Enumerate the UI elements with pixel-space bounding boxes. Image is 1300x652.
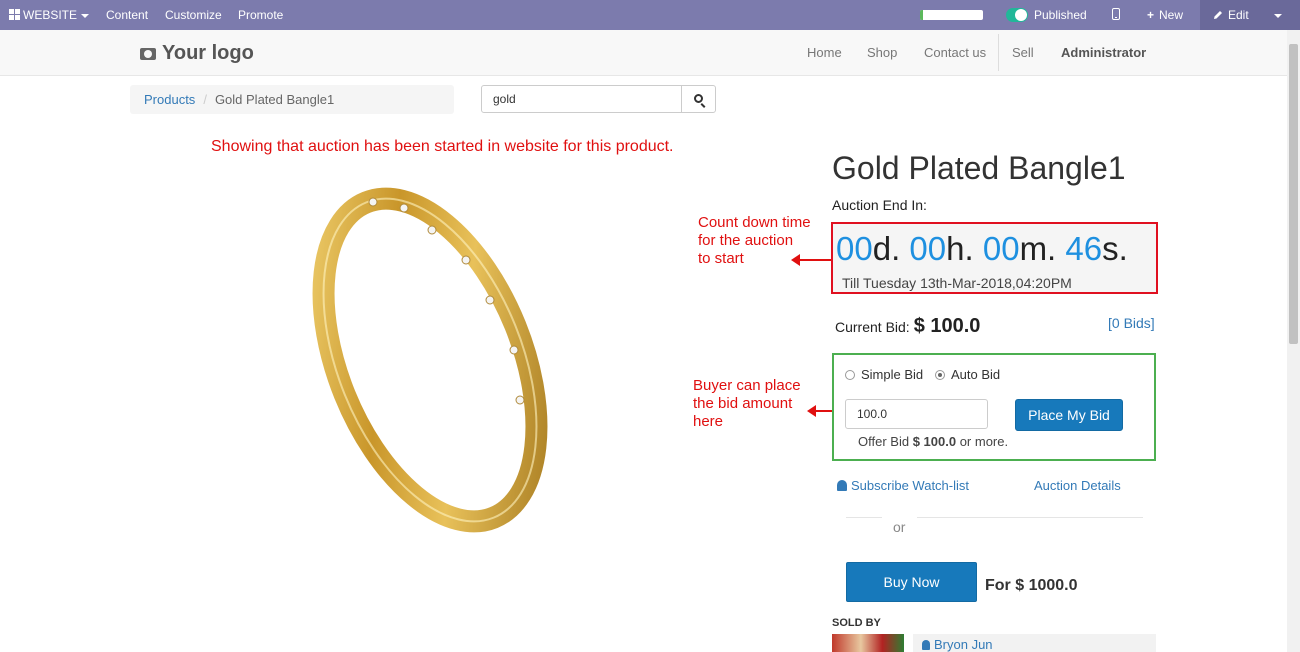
caret-down-icon (81, 13, 90, 18)
offer-bid-hint: Offer Bid $ 100.0 or more. (858, 434, 1009, 449)
user-icon (922, 640, 930, 650)
scrollbar-thumb[interactable] (1289, 44, 1298, 344)
seller-info: Bryon Jun (913, 634, 1156, 652)
current-bid-amount: $ 100.0 (913, 315, 981, 337)
caret-down-icon (1274, 13, 1282, 18)
or-separator: or (893, 519, 906, 535)
current-bid: Current Bid: $ 100.0 (835, 315, 981, 337)
subscribe-watchlist-link[interactable]: Subscribe Watch-list (837, 478, 969, 493)
nav-home[interactable]: Home (807, 30, 842, 76)
website-admin-bar: WEBSITE Content Customize Promote Publis… (0, 0, 1300, 30)
divider-right (917, 517, 1143, 518)
seller-name-link[interactable]: Bryon Jun (922, 637, 993, 652)
camera-icon (140, 48, 156, 60)
product-image-bangle (312, 187, 548, 533)
search-icon (694, 94, 703, 103)
countdown-days: 00 (836, 230, 873, 267)
search-button[interactable] (681, 85, 716, 113)
bid-amount-input[interactable] (845, 399, 988, 429)
page-scrollbar[interactable] (1287, 30, 1300, 652)
annotation-bid-amount: Buyer can place the bid amount here (693, 377, 801, 430)
arrow-left-icon (807, 405, 833, 417)
nav-sell[interactable]: Sell (1012, 30, 1034, 76)
bid-form: Simple Bid Auto Bid Place My Bid Offer B… (832, 353, 1156, 461)
breadcrumb-products[interactable]: Products (144, 92, 195, 107)
website-menu[interactable]: WEBSITE (9, 0, 90, 30)
nav-contact[interactable]: Contact us (924, 30, 986, 76)
simple-bid-radio[interactable]: Simple Bid (845, 367, 923, 382)
radio-unchecked-icon (845, 370, 855, 380)
site-logo[interactable]: Your logo (140, 42, 254, 65)
auction-end-label: Auction End In: (832, 197, 927, 213)
new-button[interactable]: + New (1147, 0, 1183, 30)
nav-divider (998, 34, 999, 71)
edit-dropdown[interactable] (1270, 0, 1282, 30)
published-toggle[interactable] (1006, 8, 1028, 22)
auction-details-link[interactable]: Auction Details (1034, 478, 1121, 493)
breadcrumb-separator: / (203, 92, 207, 107)
buy-now-button[interactable]: Buy Now (846, 562, 977, 602)
nav-shop[interactable]: Shop (867, 30, 897, 76)
published-label: Published (1034, 8, 1087, 22)
bids-count-link[interactable]: [0 Bids] (1108, 315, 1155, 331)
auto-bid-radio[interactable]: Auto Bid (935, 367, 1000, 382)
buy-now-price: For $ 1000.0 (985, 577, 1078, 594)
sold-by-label: SOLD BY (832, 617, 881, 629)
nav-user-menu[interactable]: Administrator (1061, 30, 1146, 76)
auction-end-date: Till Tuesday 13th-Mar-2018,04:20PM (842, 275, 1072, 291)
breadcrumb: Products / Gold Plated Bangle1 (130, 85, 454, 114)
breadcrumb-current: Gold Plated Bangle1 (214, 92, 335, 107)
mobile-icon (1112, 8, 1120, 20)
countdown-timer: 00d. 00h. 00m. 46s. (836, 230, 1128, 267)
countdown-minutes: 00 (982, 230, 1020, 267)
seller-avatar[interactable] (832, 634, 904, 652)
arrow-left-icon (791, 254, 832, 266)
seo-progress-bar (920, 10, 983, 20)
pencil-icon (1214, 11, 1222, 19)
content-menu[interactable]: Content (106, 0, 148, 30)
countdown-hours: 00 (909, 230, 947, 267)
promote-menu[interactable]: Promote (238, 0, 283, 30)
edit-button[interactable]: Edit (1213, 0, 1249, 30)
main-navbar: Your logo Home Shop Contact us Sell Admi… (0, 30, 1287, 76)
countdown-box: 00d. 00h. 00m. 46s. Till Tuesday 13th-Ma… (831, 222, 1158, 294)
customize-menu[interactable]: Customize (165, 0, 222, 30)
divider-left (846, 517, 882, 518)
search-input[interactable] (481, 85, 682, 113)
mobile-preview-button[interactable] (1112, 0, 1120, 30)
product-title: Gold Plated Bangle1 (832, 150, 1126, 186)
plus-icon: + (1147, 8, 1155, 22)
radio-checked-icon (935, 370, 945, 380)
apps-grid-icon (9, 9, 20, 20)
bell-icon (837, 480, 847, 491)
annotation-auction-started: Showing that auction has been started in… (211, 138, 674, 155)
countdown-seconds: 46 (1065, 230, 1103, 267)
place-bid-button[interactable]: Place My Bid (1015, 399, 1123, 431)
progress-fill (920, 10, 924, 20)
